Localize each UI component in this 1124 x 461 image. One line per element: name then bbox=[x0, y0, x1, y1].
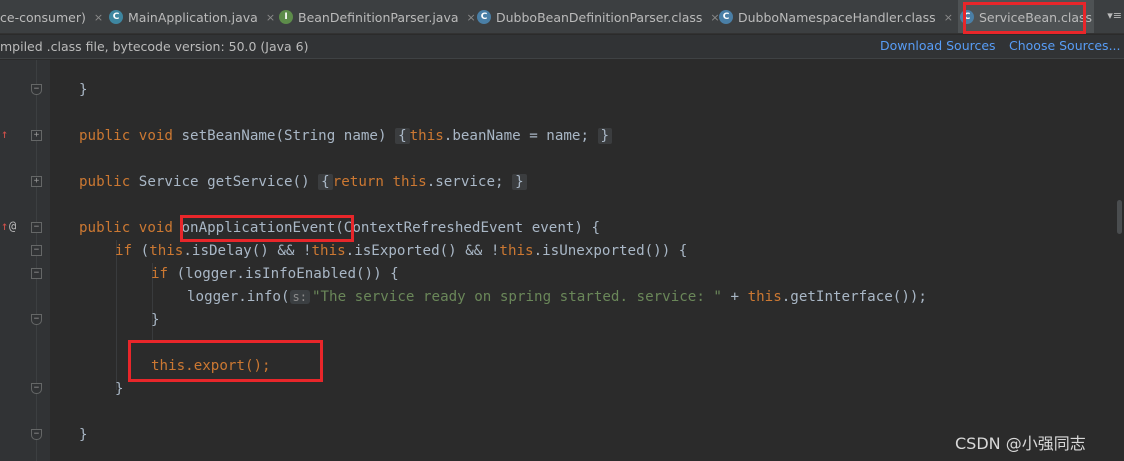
fold-end-icon[interactable]: − bbox=[31, 84, 42, 95]
tab-dubbo-bean-definition-parser-class[interactable]: C DubboBeanDefinitionParser.class × bbox=[477, 0, 720, 33]
annotation-icon[interactable]: @ bbox=[9, 219, 16, 233]
class-java-icon: C bbox=[109, 10, 123, 24]
fold-open-icon[interactable]: − bbox=[31, 268, 42, 279]
highlight-box-on-application-event bbox=[180, 215, 354, 242]
class-file-icon: C bbox=[477, 10, 491, 24]
editor-gutter: − ↑ + + ↑ @ − − − − − − bbox=[0, 60, 50, 461]
fold-end-icon[interactable]: − bbox=[31, 314, 42, 325]
tab-label: ce-consumer) bbox=[0, 9, 86, 25]
code-line: if (this.isDelay() && !this.isExported()… bbox=[115, 243, 688, 259]
vertical-scrollbar-thumb[interactable] bbox=[1117, 200, 1122, 234]
interface-java-icon: I bbox=[279, 10, 293, 24]
highlight-box-service-bean-tab bbox=[963, 2, 1086, 34]
code-line: } bbox=[151, 312, 160, 328]
tab-overflow-menu-icon[interactable]: ▾≡ bbox=[1107, 9, 1122, 22]
decompiled-class-message: mpiled .class file, bytecode version: 50… bbox=[0, 39, 309, 54]
tab-main-application-java[interactable]: C MainApplication.java × bbox=[109, 0, 275, 33]
fold-open-icon[interactable]: − bbox=[31, 245, 42, 256]
tab-bean-definition-parser-java[interactable]: I BeanDefinitionParser.java × bbox=[279, 0, 476, 33]
fold-collapsed-icon[interactable]: + bbox=[31, 176, 42, 187]
tab-label: BeanDefinitionParser.java bbox=[298, 9, 459, 25]
code-line: } bbox=[79, 82, 88, 98]
code-line: logger.info(s: "The service ready on spri… bbox=[187, 289, 927, 305]
parameter-hint: s: bbox=[289, 290, 310, 304]
class-file-icon: C bbox=[719, 10, 733, 24]
override-method-icon[interactable]: ↑ bbox=[1, 219, 8, 233]
tab-close-icon[interactable]: × bbox=[266, 11, 275, 24]
tab-label: MainApplication.java bbox=[128, 9, 258, 25]
tab-consumer-project[interactable]: ce-consumer) × bbox=[0, 0, 106, 33]
code-line: } bbox=[115, 381, 124, 397]
choose-sources-link[interactable]: Choose Sources... bbox=[1009, 38, 1121, 53]
code-line: public Service getService() {return this… bbox=[79, 171, 527, 194]
tab-label: DubboBeanDefinitionParser.class bbox=[496, 9, 703, 25]
code-editor[interactable]: } public void setBeanName(String name) {… bbox=[50, 60, 1124, 461]
download-sources-link[interactable]: Download Sources bbox=[880, 38, 996, 53]
code-line: public void setBeanName(String name) {th… bbox=[79, 125, 613, 148]
fold-end-icon[interactable]: − bbox=[31, 429, 42, 440]
fold-end-icon[interactable]: − bbox=[31, 383, 42, 394]
gutter-separator bbox=[36, 60, 37, 461]
code-line: if (logger.isInfoEnabled()) { bbox=[151, 266, 399, 282]
tab-close-icon[interactable]: × bbox=[467, 11, 476, 24]
tab-close-icon[interactable]: × bbox=[94, 11, 103, 24]
tab-close-icon[interactable]: × bbox=[944, 11, 953, 24]
override-method-icon[interactable]: ↑ bbox=[1, 127, 8, 141]
code-line: } bbox=[79, 427, 88, 443]
editor-tab-bar: ce-consumer) × C MainApplication.java × … bbox=[0, 0, 1124, 34]
fold-collapsed-icon[interactable]: + bbox=[31, 130, 42, 141]
fold-open-icon[interactable]: − bbox=[31, 222, 42, 233]
highlight-box-export-call bbox=[128, 340, 323, 382]
decompiled-info-bar: mpiled .class file, bytecode version: 50… bbox=[0, 35, 1124, 59]
csdn-watermark: CSDN @小强同志 bbox=[955, 434, 1086, 453]
tab-dubbo-namespace-handler-class[interactable]: C DubboNamespaceHandler.class × bbox=[719, 0, 955, 33]
tab-label: DubboNamespaceHandler.class bbox=[738, 9, 936, 25]
